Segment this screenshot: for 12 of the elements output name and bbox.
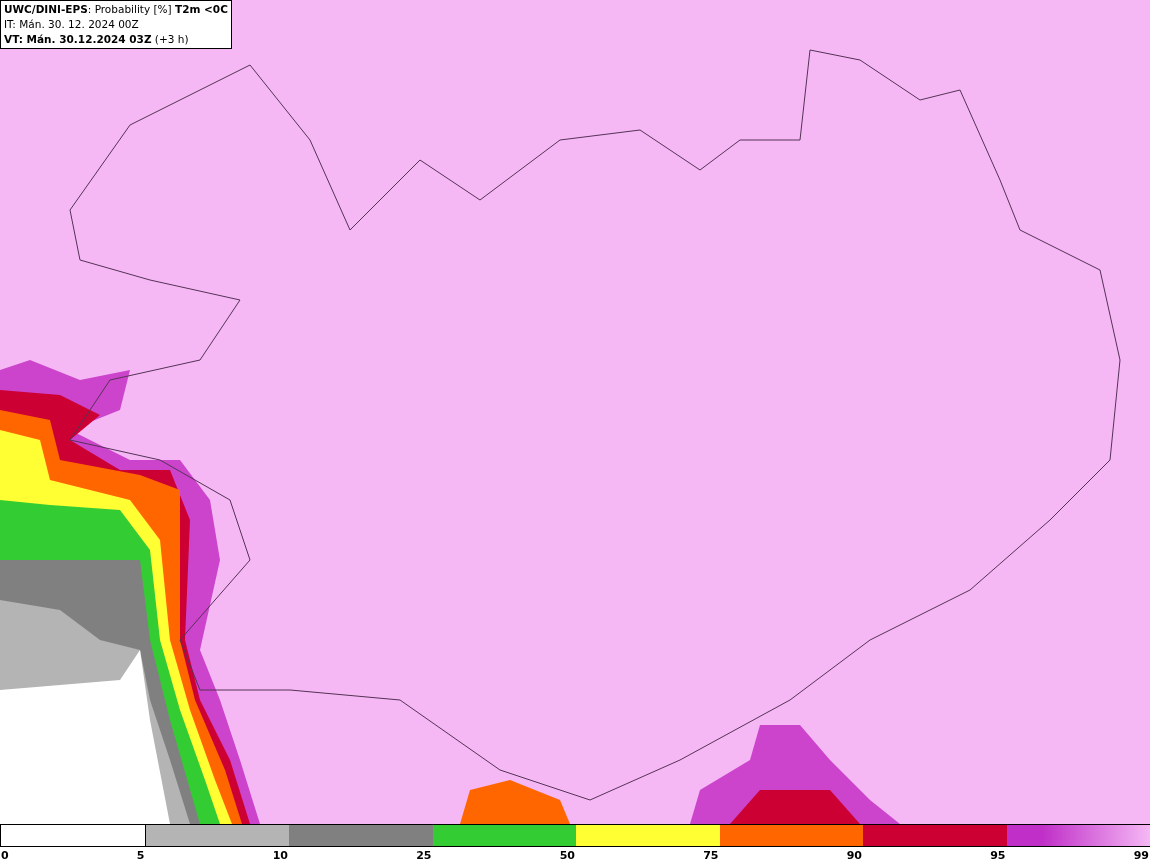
map-title-line: IT: Mán. 30. 12. 2024 00Z — [4, 17, 140, 32]
legend-label: 10 — [272, 849, 288, 862]
legend-label: 50 — [559, 849, 575, 862]
legend-label: 95 — [990, 849, 1006, 862]
legend-label: 5 — [136, 849, 145, 862]
legend-label: 25 — [416, 849, 432, 862]
legend-label: 90 — [846, 849, 862, 862]
legend-label: 0 — [1, 849, 9, 862]
legend-label: 99 — [1133, 849, 1149, 862]
legend-label: 75 — [703, 849, 719, 862]
map-title-line: UWC/DINI-EPS: Probability [%] T2m <0C — [4, 2, 228, 17]
map-title-line: VT: Mán. 30.12.2024 03Z (+3 h) — [4, 32, 190, 47]
